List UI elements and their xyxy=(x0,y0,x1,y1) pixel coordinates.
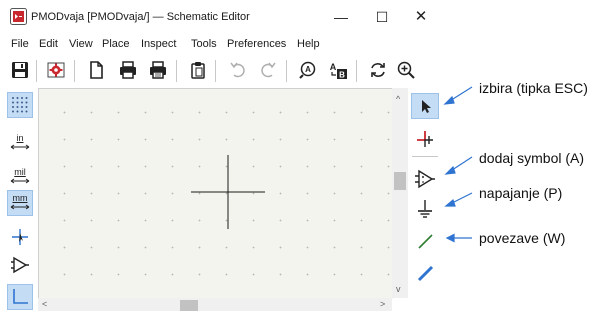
right-toolbar xyxy=(408,88,442,311)
highlight-net-icon[interactable] xyxy=(411,126,439,152)
main-toolbar: A A B xyxy=(0,56,441,86)
cursor-crosshair-icon[interactable] xyxy=(7,224,33,250)
horizontal-scrollbar[interactable]: < > xyxy=(38,298,392,311)
vertical-scroll-thumb[interactable] xyxy=(394,172,406,190)
add-wire-icon[interactable] xyxy=(411,228,439,254)
toolbar-separator xyxy=(286,60,287,82)
menu-file[interactable]: File xyxy=(11,38,29,50)
select-tool-icon[interactable] xyxy=(411,93,439,119)
find-icon[interactable]: A xyxy=(296,58,320,82)
left-toolbar: in mil mm xyxy=(4,90,36,311)
units-mm-label: mm xyxy=(12,193,28,203)
arrow-both-icon xyxy=(10,144,30,150)
svg-text:B: B xyxy=(339,71,345,80)
menu-place[interactable]: Place xyxy=(102,38,130,50)
toolbar-separator xyxy=(176,60,177,82)
vertical-scrollbar[interactable]: ^ v xyxy=(392,88,408,298)
add-power-icon[interactable] xyxy=(411,196,439,222)
app-icon xyxy=(10,8,27,25)
units-mils-button[interactable]: mil xyxy=(7,164,33,190)
page-settings-icon[interactable] xyxy=(84,58,108,82)
toolbar-separator xyxy=(412,156,438,157)
units-mm-button[interactable]: mm xyxy=(7,190,33,216)
toolbar-separator xyxy=(215,60,216,82)
save-icon[interactable] xyxy=(8,58,32,82)
maximize-button[interactable]: ☐ xyxy=(371,8,393,26)
annotation-power: napajanje (P) xyxy=(479,185,563,201)
grid-toggle-icon[interactable] xyxy=(7,92,33,118)
zoom-in-icon[interactable] xyxy=(394,58,418,82)
redo-icon[interactable] xyxy=(256,58,280,82)
close-button[interactable]: ✕ xyxy=(410,8,432,26)
horizontal-scroll-thumb[interactable] xyxy=(180,300,198,311)
plot-icon[interactable] xyxy=(146,58,170,82)
orthogonal-lines-icon[interactable] xyxy=(7,284,33,310)
refresh-icon[interactable] xyxy=(366,58,390,82)
schematic-setup-icon[interactable] xyxy=(44,58,68,82)
toolbar-separator xyxy=(356,60,357,82)
hierarchy-navigator-icon[interactable] xyxy=(7,252,33,278)
print-icon[interactable] xyxy=(116,58,140,82)
annotation-select: izbira (tipka ESC) xyxy=(479,80,588,96)
annotation-wire: povezave (W) xyxy=(479,230,566,246)
annotation-symbol: dodaj symbol (A) xyxy=(479,150,585,166)
arrow-both-icon xyxy=(10,178,30,184)
menu-inspect[interactable]: Inspect xyxy=(141,38,176,50)
units-inches-button[interactable]: in xyxy=(7,130,33,156)
scroll-up-icon[interactable]: ^ xyxy=(396,94,400,104)
add-bus-icon[interactable] xyxy=(411,260,439,286)
find-replace-icon[interactable]: A B xyxy=(326,58,350,82)
paste-icon[interactable] xyxy=(186,58,210,82)
title-bar: PMODvaja [PMODvaja/] — Schematic Editor … xyxy=(0,0,441,36)
menu-bar: File Edit View Place Inspect Tools Prefe… xyxy=(0,36,441,54)
menu-tools[interactable]: Tools xyxy=(191,38,217,50)
scroll-left-icon[interactable]: < xyxy=(42,299,47,309)
toolbar-separator xyxy=(74,60,75,82)
add-symbol-icon[interactable] xyxy=(411,166,439,192)
minimize-button[interactable]: — xyxy=(330,8,352,26)
toolbar-separator xyxy=(36,60,37,82)
undo-icon[interactable] xyxy=(226,58,250,82)
window-title: PMODvaja [PMODvaja/] — Schematic Editor xyxy=(31,11,250,23)
units-mils-label: mil xyxy=(14,167,26,177)
menu-edit[interactable]: Edit xyxy=(39,38,58,50)
scroll-right-icon[interactable]: > xyxy=(380,299,385,309)
arrow-both-icon xyxy=(10,204,30,210)
svg-text:A: A xyxy=(330,62,337,72)
menu-help[interactable]: Help xyxy=(297,38,320,50)
units-inches-label: in xyxy=(16,133,24,143)
svg-text:A: A xyxy=(305,65,311,74)
menu-view[interactable]: View xyxy=(69,38,93,50)
menu-preferences[interactable]: Preferences xyxy=(227,38,286,50)
crosshair-cursor xyxy=(191,155,265,229)
schematic-canvas[interactable] xyxy=(38,88,393,299)
scroll-down-icon[interactable]: v xyxy=(396,284,401,294)
